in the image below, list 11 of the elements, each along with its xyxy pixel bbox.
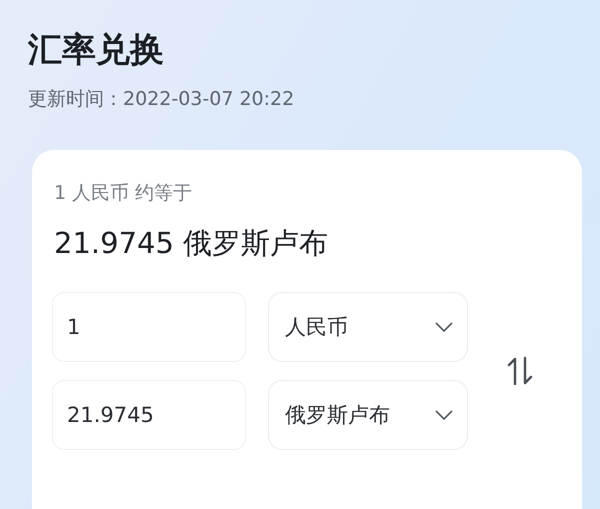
update-time: 更新时间：2022-03-07 20:22 (28, 87, 296, 112)
currency-select[interactable]: 俄罗斯卢布 (268, 380, 468, 450)
currency-select[interactable]: 人民币 (268, 292, 468, 362)
amount-field[interactable]: 21.9745 (52, 380, 246, 450)
page-title: 汇率兑换 (28, 29, 165, 72)
chevron-down-icon (435, 410, 453, 420)
swap-icon[interactable] (506, 356, 534, 386)
amount-field[interactable]: 1 (52, 292, 246, 362)
rate-result: 21.9745 俄罗斯卢布 (54, 225, 330, 262)
chevron-down-icon (435, 322, 453, 332)
rate-label: 1 人民币 约等于 (54, 181, 194, 206)
